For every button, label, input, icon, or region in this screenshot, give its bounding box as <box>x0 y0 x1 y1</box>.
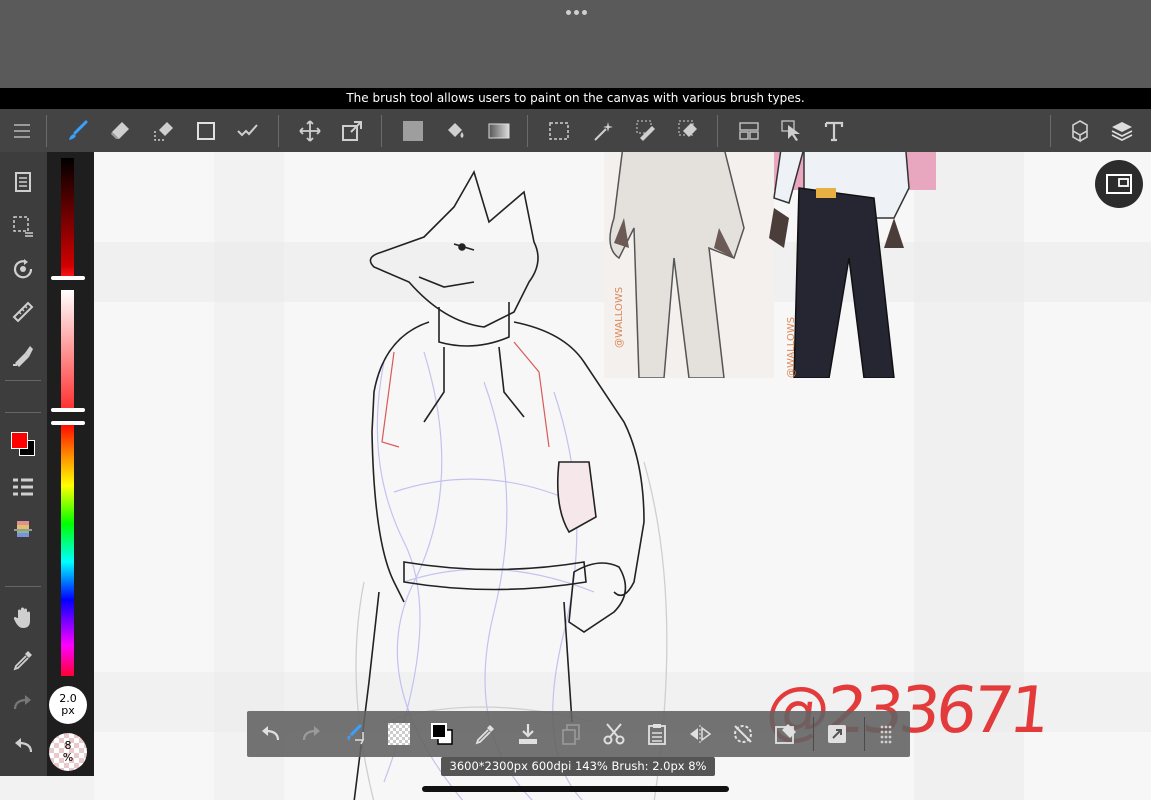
hand-icon[interactable] <box>7 602 39 634</box>
divider <box>717 115 718 147</box>
toggle-panel-button[interactable] <box>1095 160 1143 208</box>
divider <box>381 115 382 147</box>
transparent-color-icon[interactable] <box>384 719 414 749</box>
select-pen-icon[interactable] <box>631 115 663 147</box>
undo-icon[interactable] <box>255 719 285 749</box>
divider <box>278 115 279 147</box>
divide-frame-icon[interactable] <box>733 115 765 147</box>
divider <box>5 586 41 587</box>
brightness-slider-thumb[interactable] <box>51 276 85 280</box>
clear-icon[interactable] <box>771 719 801 749</box>
divider <box>527 115 528 147</box>
flip-horizontal-icon[interactable] <box>685 719 715 749</box>
brush-size-unit: px <box>61 704 75 717</box>
brush-opacity-unit: % <box>62 751 74 764</box>
divider <box>5 380 41 381</box>
divider <box>864 717 865 751</box>
eraser-icon[interactable] <box>104 115 136 147</box>
layer-properties-icon[interactable] <box>7 166 39 198</box>
select-pointer-icon[interactable] <box>776 115 808 147</box>
cut-icon[interactable] <box>599 719 629 749</box>
multitask-dots-icon[interactable] <box>564 6 588 18</box>
gradient-icon[interactable] <box>483 115 515 147</box>
divider <box>5 412 41 413</box>
eyedropper-icon[interactable] <box>7 644 39 676</box>
saturation-slider[interactable] <box>61 290 74 412</box>
home-indicator[interactable] <box>422 786 729 792</box>
fill-color-icon[interactable] <box>397 115 429 147</box>
drag-handle-icon[interactable] <box>871 719 901 749</box>
paste-icon[interactable] <box>642 719 672 749</box>
drawing-canvas[interactable]: @WALLOWS @WALLOWS <box>94 152 1151 800</box>
select-eraser-icon[interactable] <box>673 115 705 147</box>
color-swatch[interactable] <box>11 432 37 458</box>
text-icon[interactable] <box>818 115 850 147</box>
transform-icon[interactable] <box>336 115 368 147</box>
window-panel-icon <box>1106 174 1132 194</box>
tool-tooltip: The brush tool allows users to paint on … <box>0 88 1151 109</box>
status-bar: 3600*2300px 600dpi 143% Brush: 2.0px 8% <box>441 757 715 776</box>
divider <box>1050 115 1051 147</box>
menu-icon[interactable] <box>6 115 38 147</box>
undo-icon[interactable] <box>7 730 39 762</box>
saturation-slider-thumb[interactable] <box>51 408 85 412</box>
redo-icon[interactable] <box>297 719 327 749</box>
eyedropper-icon[interactable] <box>470 719 500 749</box>
magic-wand-icon[interactable] <box>588 115 620 147</box>
brush-list-icon[interactable] <box>7 472 39 504</box>
layers-icon[interactable] <box>1106 115 1138 147</box>
color-palette-icon[interactable] <box>7 514 39 546</box>
fill-bucket-icon[interactable] <box>440 115 472 147</box>
rotate-reset-icon[interactable] <box>728 719 758 749</box>
rotate-canvas-icon[interactable] <box>7 253 39 285</box>
save-icon[interactable] <box>513 719 543 749</box>
swap-colors-icon[interactable] <box>427 719 457 749</box>
brush-icon[interactable] <box>62 115 94 147</box>
bottom-toolbar <box>247 711 910 757</box>
primary-color <box>11 432 28 449</box>
copy-icon[interactable] <box>556 719 586 749</box>
main-toolbar <box>0 109 1151 152</box>
correction-icon[interactable] <box>232 115 264 147</box>
hue-slider[interactable] <box>61 422 74 676</box>
divider <box>813 717 814 751</box>
redo-icon[interactable] <box>7 687 39 719</box>
transform-brush-icon[interactable] <box>340 719 370 749</box>
lasso-eraser-icon[interactable] <box>148 115 180 147</box>
brightness-slider[interactable] <box>61 158 74 278</box>
svg-text:@WALLOWS: @WALLOWS <box>786 317 797 378</box>
3d-model-icon[interactable] <box>1064 115 1096 147</box>
fill-tool-icon[interactable] <box>7 339 39 371</box>
divider <box>46 115 47 147</box>
hue-slider-thumb[interactable] <box>51 421 85 425</box>
move-icon[interactable] <box>294 115 326 147</box>
selection-menu-icon[interactable] <box>7 210 39 242</box>
ruler-icon[interactable] <box>7 296 39 328</box>
system-top-bar <box>0 0 1151 88</box>
character-sketch <box>353 169 668 800</box>
selection-icon[interactable] <box>543 115 575 147</box>
left-sidebar <box>0 152 47 776</box>
brush-opacity-indicator[interactable]: 8 % <box>49 733 87 771</box>
shape-icon[interactable] <box>190 115 222 147</box>
snap-icon[interactable] <box>822 719 852 749</box>
brush-size-indicator[interactable]: 2.0 px <box>49 686 87 724</box>
